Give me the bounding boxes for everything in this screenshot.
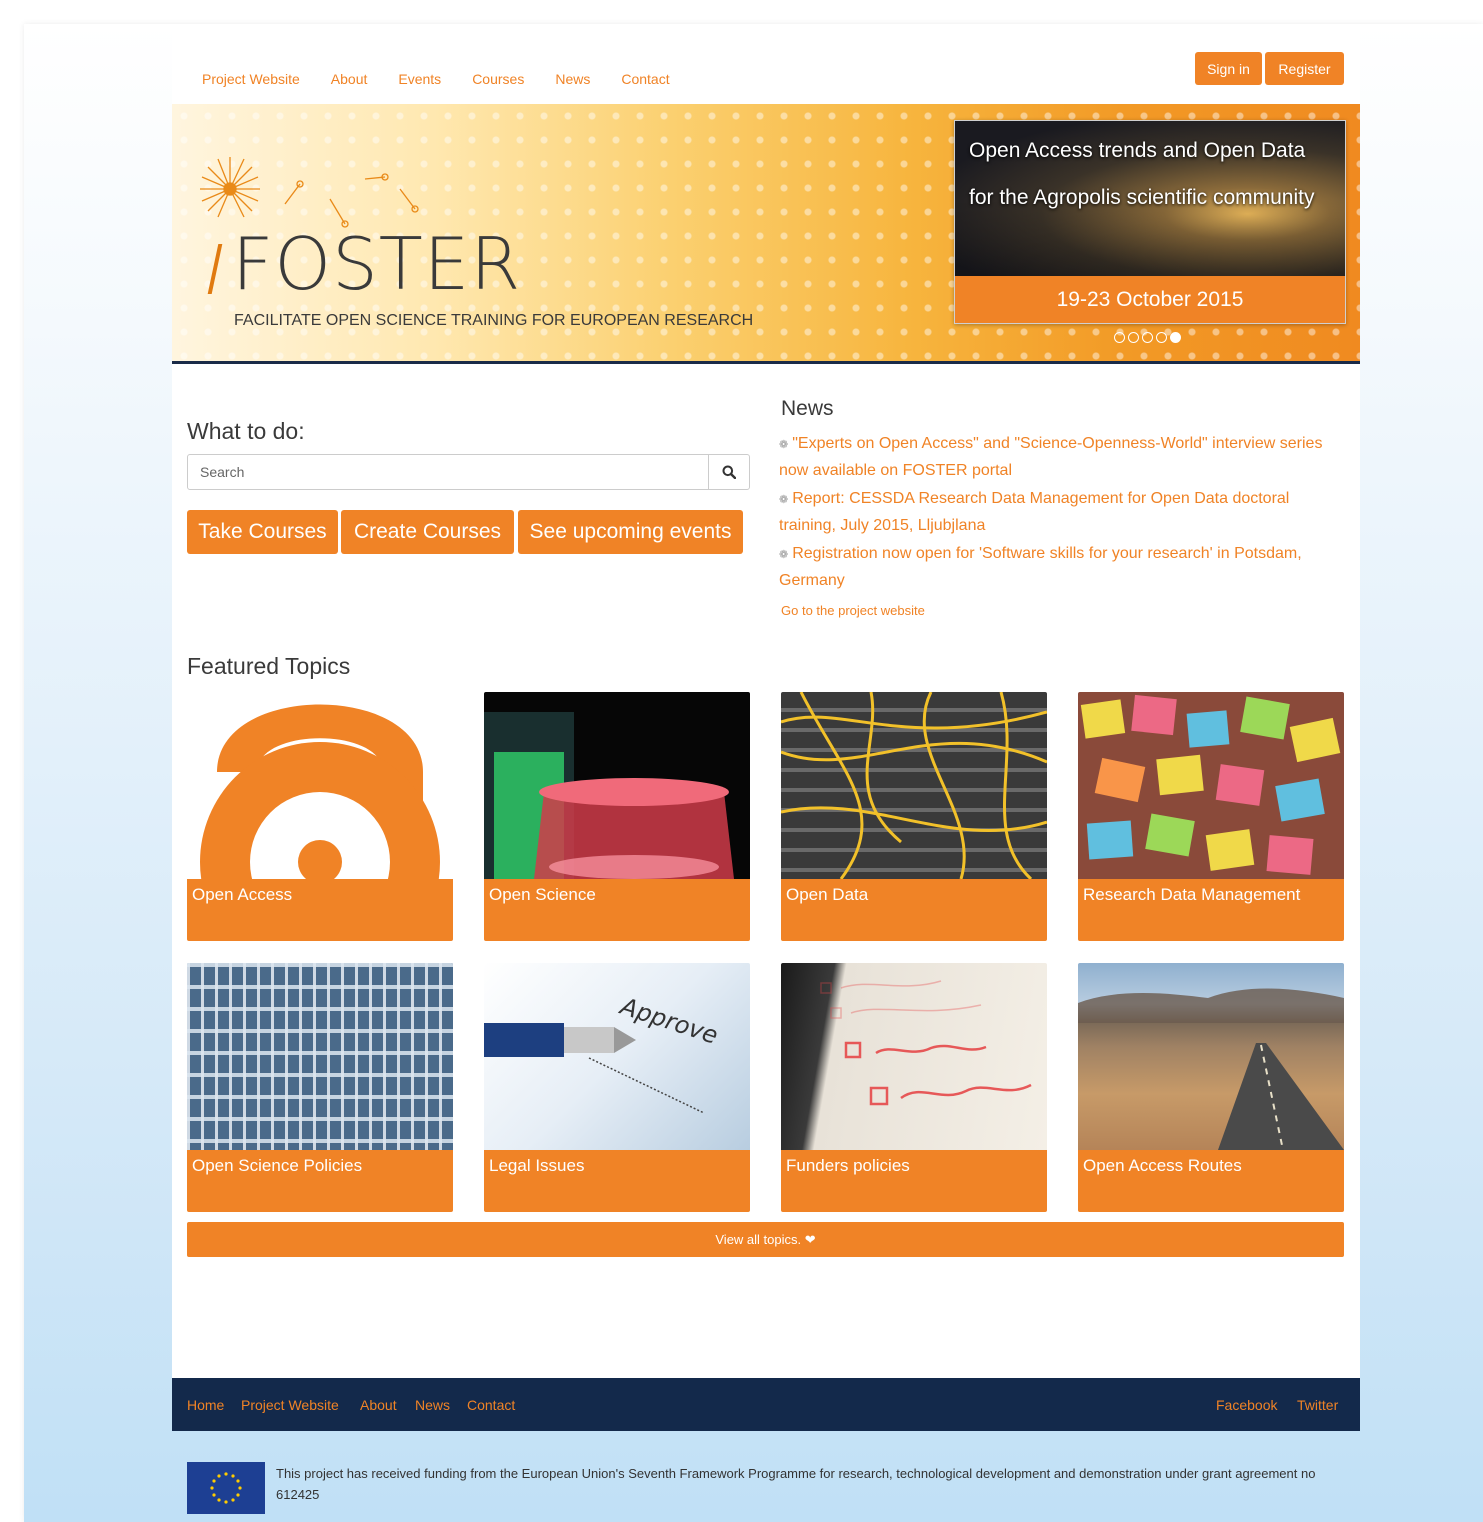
footer-link-about[interactable]: About	[360, 1397, 397, 1413]
top-navigation: Project Website About Events Courses New…	[202, 70, 701, 88]
carousel-dot[interactable]	[1128, 332, 1139, 343]
nav-news[interactable]: News	[555, 70, 590, 88]
topic-label: Open Access	[187, 879, 453, 941]
slide-title[interactable]: Open Access trends and Open Data for the…	[969, 127, 1329, 221]
nav-contact[interactable]: Contact	[621, 70, 669, 88]
news-item[interactable]: ❁ Report: CESSDA Research Data Management…	[779, 486, 1339, 538]
open-access-lock-icon	[187, 692, 453, 879]
topic-label: Funders policies	[781, 1150, 1047, 1212]
news-item[interactable]: ❁ Registration now open for 'Software ski…	[779, 541, 1339, 593]
carousel-dot[interactable]	[1142, 332, 1153, 343]
sticky-notes-image	[1078, 692, 1344, 879]
nav-project-website[interactable]: Project Website	[202, 70, 300, 88]
news-link[interactable]: Registration now open for 'Software skil…	[779, 545, 1302, 589]
foster-logo-text: FOSTER	[232, 222, 522, 306]
network-cables-image	[781, 692, 1047, 879]
lab-glassware-image	[484, 692, 750, 879]
carousel-indicators	[1114, 332, 1181, 343]
create-courses-button[interactable]: Create Courses	[341, 510, 514, 554]
topic-research-data-management[interactable]: Research Data Management	[1078, 692, 1344, 941]
search-box	[187, 454, 750, 490]
topic-funders-policies[interactable]: Funders policies	[781, 963, 1047, 1212]
featured-topics-heading: Featured Topics	[187, 653, 351, 679]
slide-date: 19-23 October 2015	[955, 276, 1345, 323]
sign-in-button[interactable]: Sign in	[1195, 52, 1262, 85]
footer-link-news[interactable]: News	[415, 1397, 450, 1413]
checklist-notepad-image	[781, 963, 1047, 1150]
topic-open-science-policies[interactable]: Open Science Policies	[187, 963, 453, 1212]
what-to-do-heading: What to do:	[187, 418, 305, 444]
view-all-label: View all topics. ❤	[715, 1231, 816, 1247]
logo-stem	[207, 244, 223, 294]
carousel-dot-active[interactable]	[1170, 332, 1181, 343]
footer-link-twitter[interactable]: Twitter	[1297, 1397, 1338, 1413]
eu-flag-icon	[187, 1462, 265, 1514]
take-courses-button[interactable]: Take Courses	[187, 510, 338, 554]
topic-label: Legal Issues	[484, 1150, 750, 1212]
news-item[interactable]: ❁ "Experts on Open Access" and "Science-O…	[779, 431, 1339, 483]
pen-approve-image: Approve	[484, 963, 750, 1150]
carousel-slide[interactable]: Open Access trends and Open Data for the…	[954, 120, 1346, 324]
desert-road-image	[1078, 963, 1344, 1150]
upcoming-events-button[interactable]: See upcoming events	[518, 510, 743, 554]
topic-label: Open Data	[781, 879, 1047, 941]
carousel-dot[interactable]	[1114, 332, 1125, 343]
topic-label: Open Access Routes	[1078, 1150, 1344, 1212]
topic-open-access[interactable]: Open Access	[187, 692, 453, 941]
view-all-topics-button[interactable]: View all topics. ❤	[187, 1222, 1344, 1257]
topic-label: Open Science Policies	[187, 1150, 453, 1212]
topic-open-access-routes[interactable]: Open Access Routes	[1078, 963, 1344, 1212]
search-input[interactable]	[188, 455, 708, 489]
flower-bullet-icon: ❁	[779, 494, 789, 506]
goto-project-website-link[interactable]: Go to the project website	[781, 603, 925, 618]
nav-events[interactable]: Events	[398, 70, 441, 88]
foster-tagline: FACILITATE OPEN SCIENCE TRAINING FOR EUR…	[234, 312, 754, 329]
topic-label: Research Data Management	[1078, 879, 1344, 941]
footer-link-contact[interactable]: Contact	[467, 1397, 515, 1413]
news-link[interactable]: Report: CESSDA Research Data Management …	[779, 490, 1289, 534]
footer-link-project-website[interactable]: Project Website	[241, 1397, 339, 1413]
topic-open-science[interactable]: Open Science	[484, 692, 750, 941]
funding-notice: This project has received funding from t…	[276, 1466, 1316, 1502]
flower-bullet-icon: ❁	[779, 549, 789, 561]
nav-about[interactable]: About	[331, 70, 368, 88]
glass-building-image	[187, 963, 453, 1150]
footer-link-home[interactable]: Home	[187, 1397, 224, 1413]
nav-courses[interactable]: Courses	[472, 70, 524, 88]
search-icon	[722, 465, 736, 479]
news-link[interactable]: "Experts on Open Access" and "Science-Op…	[779, 435, 1322, 479]
news-heading: News	[781, 397, 834, 420]
register-button[interactable]: Register	[1265, 52, 1344, 85]
flower-bullet-icon: ❁	[779, 439, 789, 451]
topic-open-data[interactable]: Open Data	[781, 692, 1047, 941]
hero-banner: FOSTER FACILITATE OPEN SCIENCE TRAINING …	[172, 104, 1360, 364]
footer-bar	[172, 1378, 1360, 1431]
carousel-dot[interactable]	[1156, 332, 1167, 343]
search-button[interactable]	[708, 455, 749, 489]
footer-link-facebook[interactable]: Facebook	[1216, 1397, 1277, 1413]
topic-label: Open Science	[484, 879, 750, 941]
topic-legal-issues[interactable]: Approve Legal Issues	[484, 963, 750, 1212]
